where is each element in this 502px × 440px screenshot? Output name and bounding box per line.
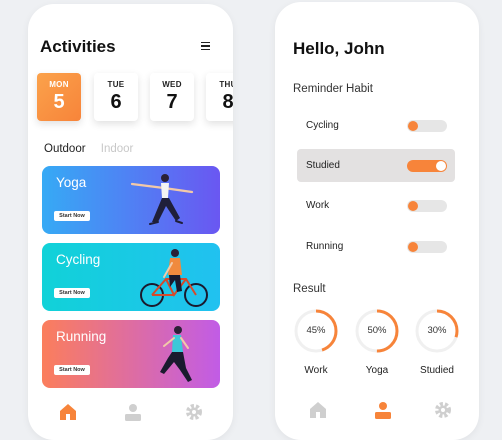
date-day: THU — [219, 80, 233, 89]
habit-label: Cycling — [306, 120, 339, 131]
toggle-knob — [408, 201, 418, 211]
result-percent: 50% — [367, 325, 387, 336]
habit-row-running[interactable]: Running — [297, 230, 455, 263]
settings-icon[interactable] — [433, 400, 453, 420]
result-label: Yoga — [365, 365, 389, 376]
activity-name: Yoga — [56, 175, 87, 190]
toggle-knob — [408, 242, 418, 252]
habit-toggle[interactable] — [407, 160, 447, 172]
date-day: MON — [49, 80, 69, 89]
tab-outdoor[interactable]: Outdoor — [44, 143, 86, 155]
habits-screen: Hello, John Reminder Habit Cycling Studi… — [275, 2, 479, 440]
date-number: 6 — [110, 91, 122, 113]
habit-row-cycling[interactable]: Cycling — [297, 109, 455, 142]
result-label: Studied — [420, 365, 454, 376]
result-percent: 45% — [306, 325, 326, 336]
cycling-illustration — [140, 249, 208, 307]
habit-label: Running — [306, 241, 344, 252]
profile-icon[interactable] — [123, 402, 143, 422]
activity-name: Cycling — [56, 252, 101, 267]
date-card-wed[interactable]: WED 7 — [150, 73, 194, 121]
menu-icon[interactable] — [201, 42, 210, 51]
result-label: Work — [304, 365, 328, 376]
date-card-thu[interactable]: THU 8 — [206, 73, 233, 121]
activity-card-yoga[interactable]: Yoga Start Now — [42, 166, 220, 234]
profile-icon[interactable] — [373, 400, 393, 420]
yoga-illustration — [130, 174, 194, 225]
habit-toggle[interactable] — [407, 120, 447, 132]
date-number: 7 — [166, 91, 178, 113]
start-now-button[interactable]: Start Now — [54, 288, 90, 298]
date-number: 8 — [222, 91, 233, 113]
greeting-title: Hello, John — [293, 39, 385, 58]
toggle-knob — [408, 121, 418, 131]
start-now-button[interactable]: Start Now — [54, 365, 90, 375]
date-strip: MON 5 TUE 6 WED 7 THU 8 — [37, 73, 233, 125]
result-ring-yoga: 50% — [354, 308, 400, 354]
reminder-habit-title: Reminder Habit — [293, 83, 373, 95]
activity-name: Running — [56, 329, 107, 344]
activity-tabs: Outdoor Indoor — [44, 143, 145, 155]
result-title: Result — [293, 283, 326, 295]
date-card-mon[interactable]: MON 5 — [37, 73, 81, 121]
date-day: WED — [162, 80, 182, 89]
activity-card-cycling[interactable]: Cycling Start Now — [42, 243, 220, 311]
result-ring-work: 45% — [293, 308, 339, 354]
habit-toggle[interactable] — [407, 200, 447, 212]
habit-toggle[interactable] — [407, 241, 447, 253]
activities-screen: Activities MON 5 TUE 6 WED 7 THU 8 Outdo… — [28, 4, 233, 440]
date-card-tue[interactable]: TUE 6 — [94, 73, 138, 121]
habit-label: Studied — [306, 160, 340, 171]
bottom-nav — [275, 400, 479, 424]
settings-icon[interactable] — [184, 402, 204, 422]
habit-label: Work — [306, 200, 330, 211]
page-title: Activities — [40, 37, 116, 56]
habit-row-work[interactable]: Work — [297, 189, 455, 222]
start-now-button[interactable]: Start Now — [54, 211, 90, 221]
date-day: TUE — [107, 80, 125, 89]
home-icon[interactable] — [58, 402, 78, 422]
date-number: 5 — [53, 91, 65, 113]
home-icon[interactable] — [308, 400, 328, 420]
result-percent: 30% — [427, 325, 447, 336]
activity-card-running[interactable]: Running Start Now — [42, 320, 220, 388]
result-ring-studied: 30% — [414, 308, 460, 354]
bottom-nav — [28, 402, 233, 426]
running-illustration — [160, 326, 192, 382]
habit-row-studied[interactable]: Studied — [297, 149, 455, 182]
toggle-knob — [436, 161, 446, 171]
tab-indoor[interactable]: Indoor — [101, 143, 134, 155]
